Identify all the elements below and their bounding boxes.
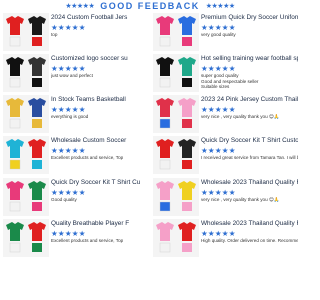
product-title[interactable]: Quality Breathable Player F xyxy=(51,220,148,228)
rating-stars-icon: ★★★★★ xyxy=(51,187,86,197)
rating-stars-icon: ★★★★★ xyxy=(51,105,86,115)
review-comment: Good quality xyxy=(51,196,77,202)
rating-stars-icon: ★★★★★ xyxy=(51,64,86,74)
rating-stars-icon: ★★★★★ xyxy=(201,187,236,197)
product-thumbnail[interactable] xyxy=(3,95,49,134)
product-thumbnail[interactable] xyxy=(153,177,199,216)
review-comment: Excellent products and service, Top xyxy=(51,155,124,161)
product-thumbnail[interactable] xyxy=(153,218,199,257)
product-title[interactable]: In Stock Teams Basketball xyxy=(51,96,148,104)
feedback-header: ★★★★★ GOOD FEEDBACK ★★★★★ xyxy=(0,0,300,12)
review-card[interactable]: Wholesale 2023 Thailand Quality Footb★★★… xyxy=(150,177,300,218)
review-comment: just wow and perfect xyxy=(51,73,93,79)
product-title[interactable]: Quick Dry Soccer Kit T Shirt Custom Whit… xyxy=(201,137,298,145)
review-comment: everything is good xyxy=(51,114,89,120)
product-title[interactable]: Hot selling training wear football sport… xyxy=(201,55,298,63)
rating-stars-icon: ★★★★★ xyxy=(201,23,236,32)
product-thumbnail[interactable] xyxy=(153,136,199,175)
review-card[interactable]: Hot selling training wear football sport… xyxy=(150,53,300,94)
review-comment: Suitable sizes xyxy=(201,84,230,90)
product-thumbnail[interactable] xyxy=(3,218,49,257)
header-title: GOOD FEEDBACK xyxy=(100,0,200,11)
header-stars-left-icon: ★★★★★ xyxy=(65,2,95,10)
header-stars-right-icon: ★★★★★ xyxy=(205,2,235,10)
review-card[interactable]: In Stock Teams Basketball ★★★★★ everything… xyxy=(0,94,150,135)
review-card[interactable]: Quick Dry Soccer Kit T Shirt Cu ★★★★★ Good… xyxy=(0,177,150,218)
product-title[interactable]: Wholesale Custom Soccer xyxy=(51,137,148,145)
product-title[interactable]: Wholesale 2023 Thailand Quality Footb xyxy=(201,220,298,228)
review-card[interactable]: Customized logo soccer su ★★★★★ just wow a… xyxy=(0,53,150,94)
product-title[interactable]: Quick Dry Soccer Kit T Shirt Cu xyxy=(51,179,148,187)
rating-stars-icon: ★★★★★ xyxy=(51,146,86,156)
product-title[interactable]: Customized logo soccer su xyxy=(51,55,148,63)
product-thumbnail[interactable] xyxy=(3,54,49,93)
review-card[interactable]: Wholesale Custom Soccer ★★★★★ Excellent pr… xyxy=(0,135,150,176)
review-card[interactable]: 2023 24 Pink Jersey Custom Thailand R★★★… xyxy=(150,94,300,135)
review-comment: Excellent products and service, Top xyxy=(51,237,124,243)
product-thumbnail[interactable] xyxy=(3,13,49,51)
review-comment: top xyxy=(51,32,58,37)
rating-stars-icon: ★★★★★ xyxy=(201,105,236,115)
review-comment: I received great service from Tamara Tan… xyxy=(201,155,298,161)
rating-stars-icon: ★★★★★ xyxy=(201,64,236,74)
product-thumbnail[interactable] xyxy=(153,95,199,134)
product-thumbnail[interactable] xyxy=(153,13,199,51)
product-title[interactable]: Wholesale 2023 Thailand Quality Footb xyxy=(201,179,298,187)
review-comment: very nice , very quality thank you 😊🙏 xyxy=(201,196,280,202)
review-comment: very nice , very quality thank you 😊🙏 xyxy=(201,114,280,120)
rating-stars-icon: ★★★★★ xyxy=(201,228,236,238)
review-comment: very good quality xyxy=(201,32,236,37)
rating-stars-icon: ★★★★★ xyxy=(201,146,236,156)
product-title[interactable]: 2024 Custom Football Jers xyxy=(51,14,148,22)
product-thumbnail[interactable] xyxy=(3,177,49,216)
product-thumbnail[interactable] xyxy=(153,54,199,93)
review-comment: High quality. Order delivered on time. R… xyxy=(201,237,298,243)
product-title[interactable]: 2023 24 Pink Jersey Custom Thailand R xyxy=(201,96,298,104)
rating-stars-icon: ★★★★★ xyxy=(51,23,86,32)
review-card[interactable]: Quick Dry Soccer Kit T Shirt Custom Whit… xyxy=(150,135,300,176)
rating-stars-icon: ★★★★★ xyxy=(51,228,86,238)
review-card[interactable]: 2024 Custom Football Jers ★★★★★ top xyxy=(0,12,150,53)
review-card[interactable]: Premium Quick Dry Soccer Uniform Top★★★★… xyxy=(150,12,300,53)
feedback-grid: 2024 Custom Football Jers ★★★★★ top Premium… xyxy=(0,12,300,300)
review-card[interactable]: Quality Breathable Player F ★★★★★ Excellen… xyxy=(0,218,150,259)
product-thumbnail[interactable] xyxy=(3,136,49,175)
review-card[interactable]: Wholesale 2023 Thailand Quality Footb★★★… xyxy=(150,218,300,259)
product-title[interactable]: Premium Quick Dry Soccer Uniform Top xyxy=(201,14,298,22)
